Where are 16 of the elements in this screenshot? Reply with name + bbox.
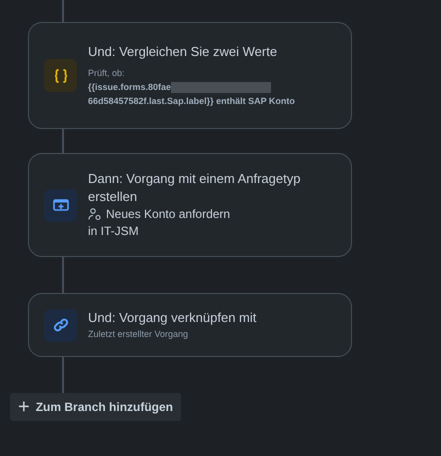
add-to-branch-button[interactable]: + Zum Branch hinzufügen [10,393,182,421]
step-title: Dann: Vorgang mit einem Anfragetyp erstellen [88,170,302,206]
step-title: Und: Vorgang verknüpfen mit [88,309,256,327]
request-type: Neues Konto anfordern [106,206,230,223]
step-card[interactable]: Dann: Vorgang mit einem Anfragetyp erstellen Neues Konto anfordern in IT-JSM [28,153,352,257]
step-detail: Prüft, ob: [88,68,125,78]
condition-expression: {{issue.forms.80fae [88,82,172,92]
step-card[interactable]: Und: Vorgang verknüpfen mit Zuletzt erstellter Vorgang [28,293,352,357]
screen-plus-icon [52,198,68,212]
step-detail: Zuletzt erstellter Vorgang [88,329,188,339]
project-name: in IT-JSM [88,224,139,238]
step-title: Und: Vergleichen Sie zwei Werte [88,43,278,61]
braces-icon [52,68,68,84]
condition-expression: 66d58457582f.last.Sap.label}} enthält SAP Konto [88,96,295,106]
step-card[interactable]: Und: Vergleichen Sie zwei Werte Prüft, ob: {{issue.forms.80fae 66d58457582f.last.Sap.label}} enthält SAP Konto [28,22,352,129]
link-icon [52,317,68,333]
